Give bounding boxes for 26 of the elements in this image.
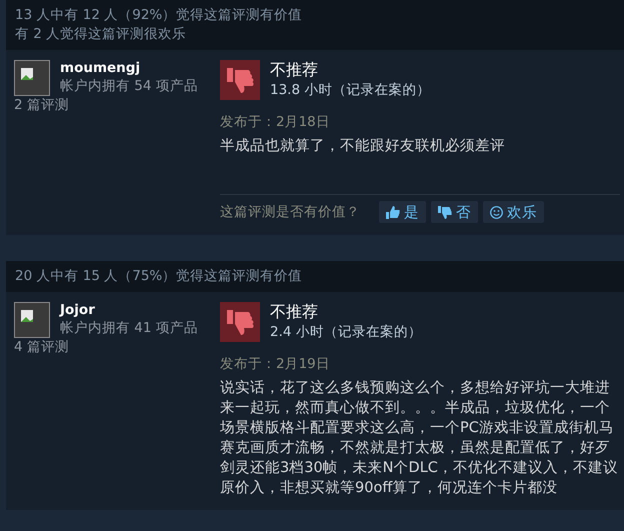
vote-button[interactable]: 欢乐 [483,201,544,223]
review-count[interactable]: 2 篇评测 [14,96,220,114]
verdict-label: 不推荐 [270,302,319,322]
user-name[interactable]: Jojor [60,302,200,319]
helpful-summary: 13 人中有 12 人（92%）觉得这篇评测有价值 [15,7,304,24]
broken-image-icon[interactable] [14,302,50,338]
posted-date: 发布于：2月19日 [220,355,331,374]
thumbs-up-icon [386,206,400,218]
hours-played: 2.4 小时（记录在案的） [270,323,422,342]
vote-button[interactable]: 否 [431,201,478,223]
hours-played: 13.8 小时（记录在案的） [270,81,430,100]
helpful-summary: 有 2 人觉得这篇评测很欢乐 [15,26,188,43]
thumbs-down-icon [438,206,452,218]
owned-products: 帐户内拥有 54 项产品 [60,77,199,95]
smiley-icon [490,206,503,218]
review-text: 半成品也就算了，不能跟好友联机必须差评 [220,137,506,156]
verdict-label: 不推荐 [270,60,319,80]
review-text: 说实话，花了这么多钱预购这么个，多想给好评坑一大堆进来一起玩，然而真心做不到。。。半成品，垃圾优化，一个场景横版格斗配置要求这么高，一个PC游戏非设置成街机马赛克画质才流畅，不然就是打太极，虽然是配置低了，好歹剑灵还能3档30帧，未来N个DLC，不优化不建议入，不建议原价入，非想买就等90off算了，何况连个卡片都没 [220,378,619,498]
user-name[interactable]: moumengj [60,60,200,77]
posted-date: 发布于：2月18日 [220,113,331,132]
helpful-summary: 20 人中有 15 人（75%）觉得这篇评测有价值 [15,268,304,285]
review-count[interactable]: 4 篇评测 [14,338,220,356]
broken-image-icon[interactable] [14,60,50,96]
owned-products: 帐户内拥有 41 项产品 [60,319,199,337]
vote-button[interactable]: 是 [379,201,426,223]
helpful-question: 这篇评测是否有价值？ [220,203,360,221]
